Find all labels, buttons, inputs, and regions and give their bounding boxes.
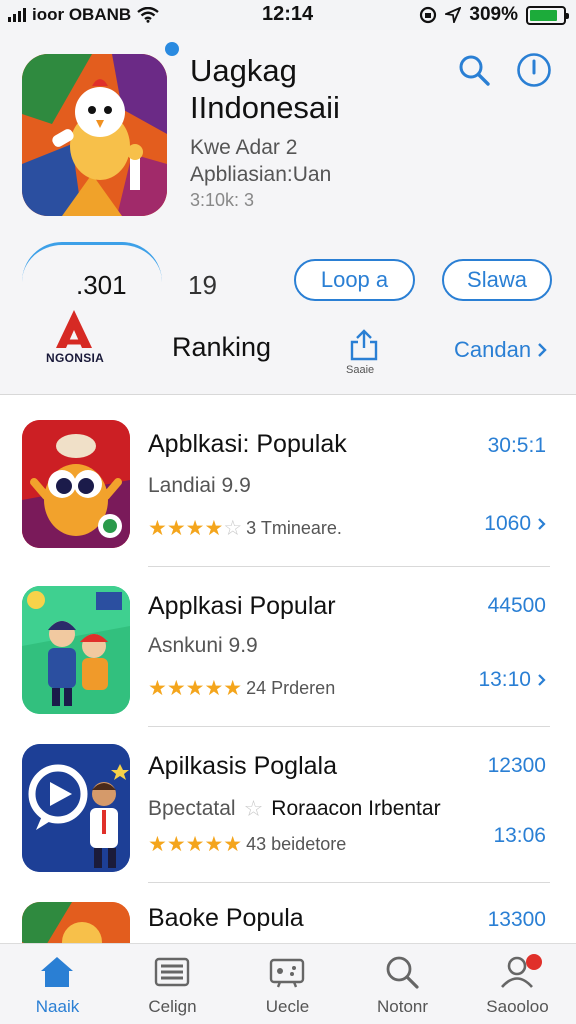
category-link[interactable]: Candan xyxy=(454,337,547,363)
rating-text: 3 Tmineare. xyxy=(246,518,342,538)
tab-label: Saooloo xyxy=(486,997,549,1016)
star-outline-icon: ☆ xyxy=(243,796,264,821)
row-link-value: 1060 xyxy=(484,512,531,535)
app-title: Apblkasi: Populak xyxy=(148,430,347,458)
divider xyxy=(148,882,550,883)
chevron-right-icon xyxy=(538,674,546,686)
wifi-icon xyxy=(137,7,159,23)
star-rating-icon: ★★★★☆ xyxy=(148,517,243,540)
rating-text: 24 Prderen xyxy=(246,678,336,698)
app-title: Apilkasis Poglala xyxy=(148,752,337,780)
app-title: Uagkag IIndonesaii xyxy=(190,53,340,125)
verified-badge-icon xyxy=(165,42,179,56)
notification-badge-icon xyxy=(526,954,542,970)
app-subtitle-line-2: Apbliasian:Uan xyxy=(190,163,332,186)
tab-label: Uecle xyxy=(265,997,310,1016)
app-icon xyxy=(22,586,130,714)
rating: ★★★★★ 24 Prderen xyxy=(148,676,335,701)
status-bar: ioor OBANB 12:14 309% xyxy=(0,0,576,30)
status-right: 309% xyxy=(419,4,569,26)
divider xyxy=(148,726,550,727)
app-subtitle: Kwe Adar 2 Apbliasian:Uan xyxy=(190,134,331,188)
tab-games[interactable]: Uecle xyxy=(230,944,345,1024)
list-item[interactable]: Baoke Popula 13300 xyxy=(0,898,576,943)
category-link-label: Candan xyxy=(454,337,532,362)
app-icon xyxy=(22,420,130,548)
ranking-label: Ranking xyxy=(172,332,272,362)
tab-account[interactable]: Saooloo xyxy=(460,944,575,1024)
search-icon[interactable] xyxy=(456,52,492,88)
rating-text: 43 beidetore xyxy=(246,834,347,854)
battery-level xyxy=(530,9,558,21)
stat-value: 12300 xyxy=(487,754,546,777)
search-icon xyxy=(386,956,419,989)
stat-value: 13300 xyxy=(487,908,546,931)
share-icon xyxy=(350,329,378,361)
pill-button-b[interactable]: Slawa xyxy=(442,259,552,301)
share-label: Saaie xyxy=(346,364,375,376)
chevron-right-icon xyxy=(538,518,546,530)
list-item[interactable]: Apilkasis Poglala Bpectatal ☆ Roraacon I… xyxy=(0,744,576,904)
app-subtitle: Asnkuni 9.9 xyxy=(148,634,258,657)
tab-home[interactable]: Naaik xyxy=(0,944,115,1024)
status-left: ioor OBANB xyxy=(8,5,159,25)
app-title: Baoke Popula xyxy=(148,904,304,932)
row-link[interactable]: 13:10 xyxy=(478,668,546,692)
mascot-bird-icon xyxy=(22,420,130,548)
app-subtitle-text: Bpectatal xyxy=(148,797,236,820)
app-subtitle-line-1: Kwe Adar 2 xyxy=(190,136,298,159)
rating: ★★★★★ 43 beidetore xyxy=(148,832,346,857)
tab-bar: Naaik Celign Uecle Notonr Saooloo xyxy=(0,943,576,1024)
carrier-label: ioor OBANB xyxy=(32,5,132,24)
brand-text: NGONSIA xyxy=(46,351,105,365)
chevron-right-icon xyxy=(538,343,547,357)
info-icon[interactable] xyxy=(516,52,552,88)
list-item[interactable]: Apblkasi: Populak Landiai 9.9 ★★★★☆ 3 Tm… xyxy=(0,418,576,578)
star-rating-icon: ★★★★★ xyxy=(148,677,243,700)
app-icon xyxy=(22,744,130,872)
mascot-chicken-icon xyxy=(22,54,167,216)
signal-icon xyxy=(8,8,26,22)
app-subtitle-extra: Roraacon Irbentar xyxy=(271,797,441,820)
pill-button-a[interactable]: Loop a xyxy=(294,259,415,301)
battery-percent: 309% xyxy=(469,4,518,25)
tab-search[interactable]: Notonr xyxy=(345,944,460,1024)
app-subtitle: Bpectatal ☆ Roraacon Irbentar xyxy=(148,796,441,822)
stat-value-a: .301 xyxy=(76,270,127,300)
stat-value: 30:5:1 xyxy=(487,434,546,457)
star-rating-icon: ★★★★★ xyxy=(148,833,243,856)
mascot-icon xyxy=(22,902,130,943)
stat-value: 44500 xyxy=(487,594,546,617)
tab-label: Celign xyxy=(148,997,197,1016)
list-item[interactable]: Applkasi Popular Asnkuni 9.9 ★★★★★ 24 Pr… xyxy=(0,584,576,744)
stat-value-secondary: 13:06 xyxy=(493,824,546,847)
app-icon xyxy=(22,902,130,943)
lock-rotation-icon xyxy=(420,6,437,24)
app-size: 3:10k: 3 xyxy=(190,190,255,210)
row-link[interactable]: 1060 xyxy=(484,512,546,536)
app-subtitle: Landiai 9.9 xyxy=(148,474,251,497)
list-icon xyxy=(154,957,190,987)
location-icon xyxy=(445,7,462,23)
status-time: 12:14 xyxy=(262,3,314,25)
rating: ★★★★☆ 3 Tmineare. xyxy=(148,516,342,541)
tab-label: Notonr xyxy=(376,997,429,1016)
app-icon[interactable] xyxy=(22,54,167,216)
row-link-value: 13:10 xyxy=(478,668,531,691)
app-header: Uagkag IIndonesaii Kwe Adar 2 Apbliasian… xyxy=(0,30,576,395)
stat-value-b: 19 xyxy=(188,270,217,300)
home-icon xyxy=(41,957,73,987)
tab-label: Naaik xyxy=(35,997,80,1016)
divider xyxy=(148,566,550,567)
tab-list[interactable]: Celign xyxy=(115,944,230,1024)
mascot-friends-icon xyxy=(22,586,130,714)
app-title: Applkasi Popular xyxy=(148,592,336,620)
battery-icon xyxy=(526,5,569,25)
games-icon xyxy=(269,958,305,988)
video-player-icon xyxy=(22,744,130,872)
